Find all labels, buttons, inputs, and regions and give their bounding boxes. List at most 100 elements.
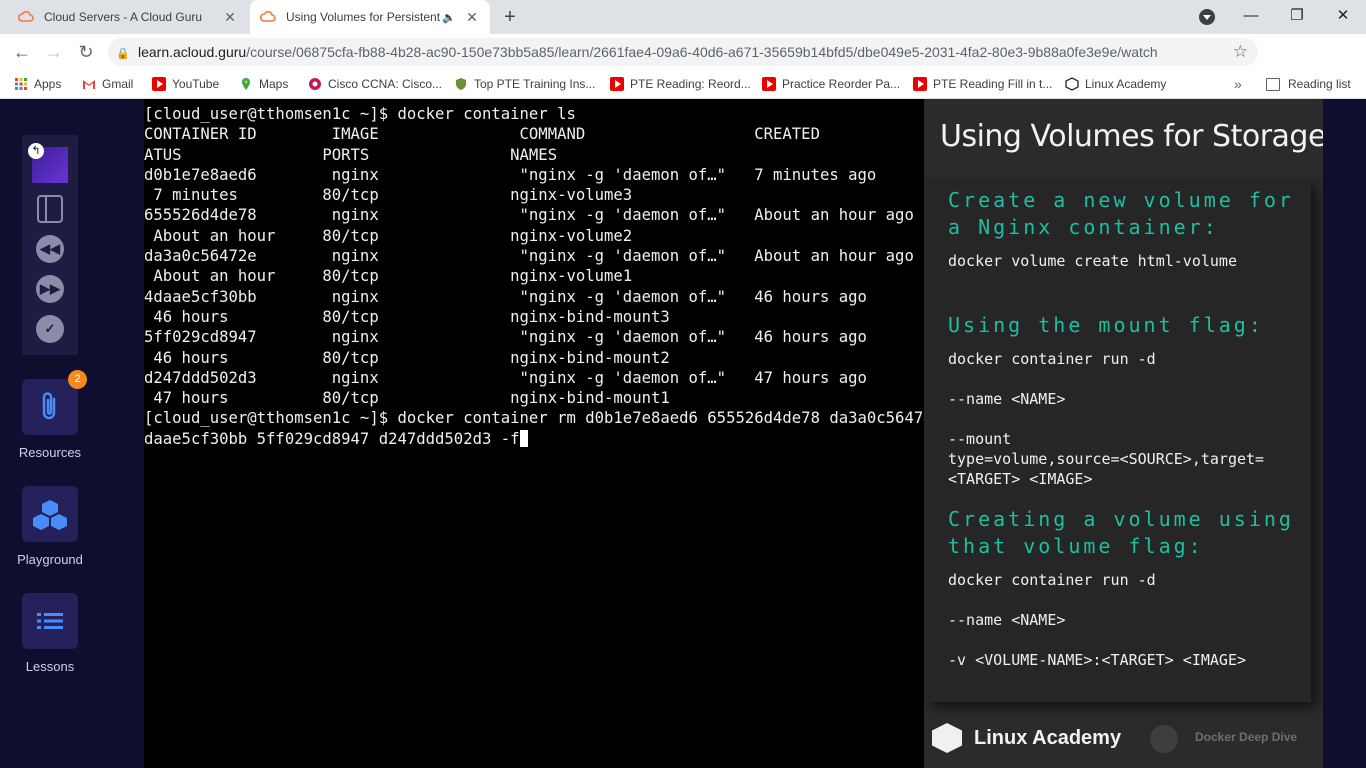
lesson-slide: Using Volumes for Storage Create a new v…: [924, 99, 1326, 768]
tab-cloud-servers[interactable]: Cloud Servers - A Cloud Guru ✕: [8, 0, 248, 34]
page-background: [1323, 99, 1366, 768]
reload-icon[interactable]: ↻: [72, 34, 100, 70]
browser-toolbar: ← → ↻ 🔒 learn.acloud.guru/course/06875cfa…: [0, 34, 1366, 97]
terminal-line: ATUS PORTS NAMES: [144, 145, 558, 164]
url-path: /course/06875cfa-fb88-4b28-ac90-150e73bb…: [246, 44, 1158, 60]
youtube-icon: [152, 77, 166, 91]
bookmark-label: PTE Reading: Reord...: [630, 77, 751, 91]
bookmark-pte-reading[interactable]: PTE Reading: Reord...: [610, 70, 751, 98]
bookmark-label: YouTube: [172, 77, 220, 91]
forward-arrow-icon[interactable]: →: [40, 34, 68, 70]
new-tab-button[interactable]: +: [498, 5, 522, 29]
terminal-output: [cloud_user@tthomsen1c ~]$ docker contai…: [144, 104, 924, 449]
lock-icon[interactable]: 🔒: [108, 40, 138, 66]
acloudguru-cloud-icon: [260, 11, 276, 22]
reading-list-label: Reading list: [1288, 77, 1351, 91]
cubes-icon: [33, 500, 67, 530]
rewind-icon[interactable]: ◀◀: [36, 235, 64, 263]
playground-button[interactable]: [22, 486, 78, 542]
cisco-icon: [309, 78, 321, 90]
bookmark-pte-fill[interactable]: PTE Reading Fill in t...: [913, 70, 1052, 98]
linux-academy-cube-icon: [932, 723, 962, 753]
linux-academy-icon: [1065, 77, 1079, 91]
bookmark-label: Cisco CCNA: Cisco...: [328, 77, 443, 91]
bookmark-label: PTE Reading Fill in t...: [933, 77, 1053, 91]
resources-button[interactable]: [22, 379, 78, 435]
close-tab-icon[interactable]: ✕: [222, 9, 238, 26]
terminal-line: CONTAINER ID IMAGE COMMAND CREATED ST: [144, 125, 924, 144]
bookmark-apps[interactable]: Apps: [14, 70, 61, 98]
speaker-icon[interactable]: 🔈: [442, 11, 456, 24]
bookmark-cisco[interactable]: Cisco CCNA: Cisco...: [308, 70, 442, 98]
terminal-line: 4daae5cf30bb nginx "nginx -g 'daemon of……: [144, 287, 924, 306]
bookmark-linux-academy[interactable]: Linux Academy: [1065, 70, 1166, 98]
lessons-button[interactable]: [22, 593, 78, 649]
paperclip-icon: [42, 392, 56, 420]
terminal-line: About an hour 80/tcp nginx-volume1: [144, 267, 633, 286]
back-icon[interactable]: ↰: [28, 143, 44, 159]
terminal-line: 46 hours 80/tcp nginx-bind-mount3: [144, 307, 670, 326]
slide-code: docker container run -d --name <NAME> -v…: [948, 571, 1247, 669]
bookmark-label: Top PTE Training Ins...: [474, 77, 596, 91]
bookmark-label: Maps: [259, 77, 289, 91]
restore-icon[interactable]: ❐: [1274, 0, 1320, 34]
bookmark-label: Practice Reorder Pa...: [782, 77, 901, 91]
slide-section-heading: Using the mount flag:: [948, 313, 1264, 337]
reading-list-button[interactable]: Reading list: [1266, 70, 1351, 98]
resources-count-badge: 2: [68, 370, 87, 389]
course-sidebar: ↰ ◀◀ ▶▶ ✓ 2 Resources Playground Lessons: [0, 99, 144, 768]
bookmarks-bar: Apps Gmail YouTube Maps Cisco CCNA: Cisc…: [0, 70, 1366, 99]
lessons-label: Lessons: [25, 659, 75, 674]
course-badge-icon: [1150, 725, 1178, 753]
bookmark-maps[interactable]: Maps: [239, 70, 288, 98]
reading-list-icon: [1266, 77, 1280, 91]
terminal-line: 5ff029cd8947 nginx "nginx -g 'daemon of……: [144, 328, 924, 347]
terminal-line: 655526d4de78 nginx "nginx -g 'daemon of……: [144, 206, 924, 225]
close-tab-icon[interactable]: ✕: [464, 9, 480, 26]
youtube-icon: [762, 77, 776, 91]
pte-shield-icon: [456, 78, 466, 90]
slide-code: docker container run -d --name <NAME> --…: [948, 350, 1265, 488]
fast-forward-icon[interactable]: ▶▶: [36, 275, 64, 303]
maps-icon: [242, 78, 250, 90]
bookmark-practice-reorder[interactable]: Practice Reorder Pa...: [762, 70, 900, 98]
back-arrow-icon[interactable]: ←: [8, 34, 36, 70]
address-bar[interactable]: 🔒 learn.acloud.guru/course/06875cfa-fb88-…: [108, 38, 1258, 66]
tab-search-icon[interactable]: [1199, 9, 1215, 25]
slide-code: docker volume create html-volume: [948, 252, 1237, 270]
toggle-panel-icon[interactable]: [37, 195, 63, 223]
terminal-line: About an hour 80/tcp nginx-volume2: [144, 226, 633, 245]
slide-content-card: Create a new volume for a Nginx containe…: [926, 179, 1311, 702]
bookmark-gmail[interactable]: Gmail: [82, 70, 133, 98]
terminal-line: [cloud_user@tthomsen1c ~]$ docker contai…: [144, 105, 576, 123]
terminal-video[interactable]: [cloud_user@tthomsen1c ~]$ docker contai…: [144, 99, 924, 768]
youtube-icon: [610, 77, 624, 91]
course-name: Docker Deep Dive: [1195, 730, 1298, 744]
player-controls-panel: ↰ ◀◀ ▶▶ ✓: [22, 135, 78, 355]
gmail-icon: [83, 80, 95, 89]
terminal-line: [cloud_user@tthomsen1c ~]$ docker contai…: [144, 409, 924, 428]
close-window-icon[interactable]: ✕: [1320, 0, 1366, 34]
youtube-icon: [913, 77, 927, 91]
bookmark-label: Linux Academy: [1085, 77, 1167, 91]
terminal-line: d0b1e7e8aed6 nginx "nginx -g 'daemon of……: [144, 165, 924, 184]
apps-grid-icon: [15, 78, 27, 90]
bookmark-youtube[interactable]: YouTube: [152, 70, 219, 98]
playground-label: Playground: [17, 552, 83, 567]
mark-complete-icon[interactable]: ✓: [36, 315, 64, 343]
url-host: learn.acloud.guru: [138, 44, 247, 60]
brand-name: Linux Academy: [974, 726, 1122, 749]
slide-section-heading: Creating a volume using that volume flag…: [948, 507, 1294, 558]
bookmark-pte-training[interactable]: Top PTE Training Ins...: [454, 70, 595, 98]
terminal-line: 46 hours 80/tcp nginx-bind-mount2: [144, 348, 670, 367]
list-icon: [37, 613, 63, 629]
slide-section-heading: Create a new volume for a Nginx containe…: [948, 188, 1294, 239]
tab-using-volumes[interactable]: Using Volumes for Persistent 🔈 ✕: [250, 0, 490, 34]
bookmark-star-icon[interactable]: ☆: [1233, 38, 1248, 66]
tab-bar: Cloud Servers - A Cloud Guru ✕ Using Vol…: [0, 0, 1366, 34]
minimize-icon[interactable]: —: [1228, 0, 1274, 34]
tab-title: Cloud Servers - A Cloud Guru: [44, 10, 203, 24]
bookmarks-overflow-icon[interactable]: »: [1234, 70, 1242, 98]
linux-academy-logo: Linux Academy: [932, 723, 1121, 753]
terminal-line: 47 hours 80/tcp nginx-bind-mount1: [144, 389, 670, 408]
